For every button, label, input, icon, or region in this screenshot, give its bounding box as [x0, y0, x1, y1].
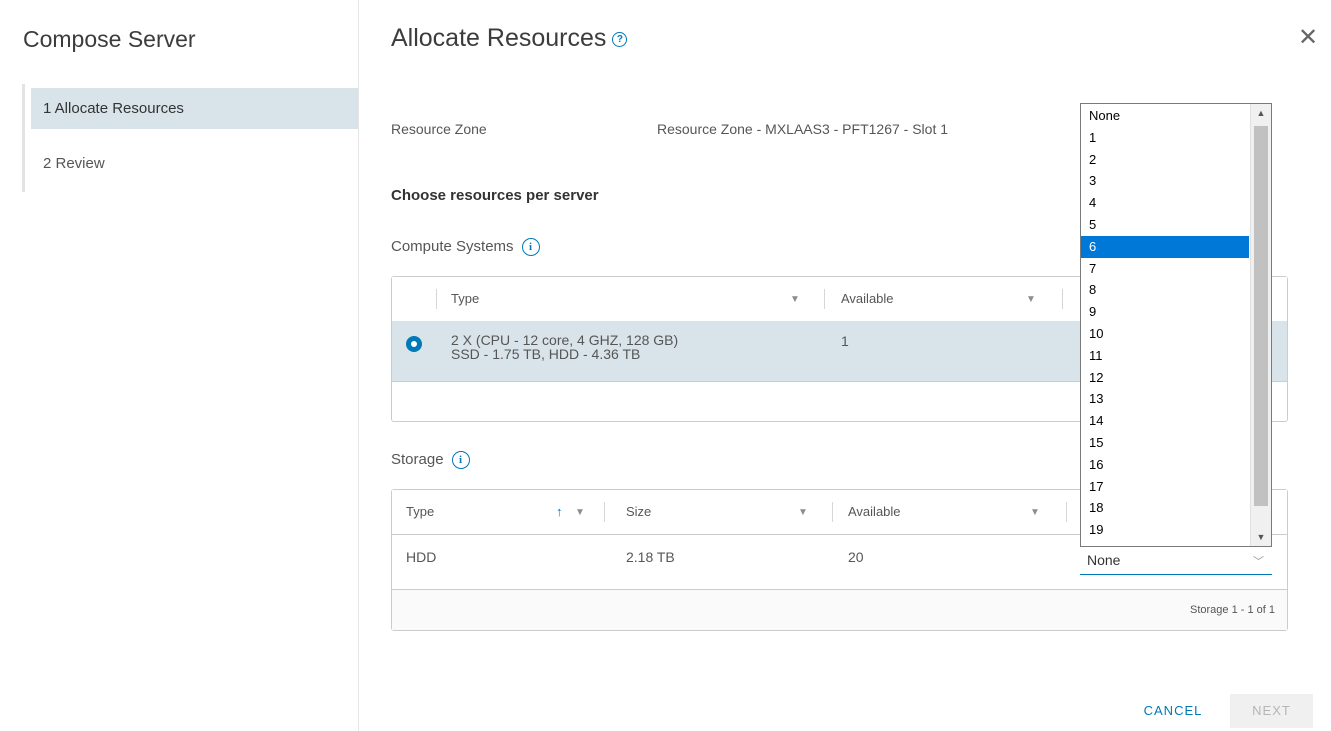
question-circle-icon[interactable]: ? [612, 31, 628, 47]
scrollbar-thumb[interactable] [1254, 126, 1268, 506]
dropdown-option[interactable]: 9 [1081, 301, 1249, 323]
storage-heading: Storage i [391, 451, 470, 470]
column-header-available[interactable]: Available [848, 490, 901, 534]
dropdown-option[interactable]: 12 [1081, 367, 1249, 389]
storage-type-cell: HDD [406, 549, 437, 565]
step-label: 1 Allocate Resources [43, 100, 184, 117]
column-separator [832, 502, 833, 522]
step-allocate-resources[interactable]: 1 Allocate Resources [31, 88, 358, 129]
row-radio[interactable] [406, 336, 422, 352]
compute-type-line1: 2 X (CPU - 12 core, 4 GHZ, 128 GB) [451, 332, 679, 348]
dropdown-option[interactable]: 19 [1081, 519, 1249, 541]
dropdown-option[interactable]: None [1081, 105, 1249, 127]
scroll-down-icon[interactable]: ▼ [1251, 532, 1271, 542]
column-separator [436, 289, 437, 309]
quantity-dropdown-list[interactable]: ▲ ▼ None 1 2 3 4 5 6 7 8 9 10 11 12 13 14 15 16 17 18 19 [1080, 103, 1272, 547]
dropdown-option[interactable]: 2 [1081, 149, 1249, 171]
column-separator [1066, 502, 1067, 522]
quantity-select-value: None [1087, 552, 1121, 568]
dropdown-option[interactable]: 1 [1081, 127, 1249, 149]
wizard-title: Compose Server [23, 26, 196, 52]
compute-type-cell: 2 X (CPU - 12 core, 4 GHZ, 128 GB) SSD -… [451, 333, 678, 361]
filter-icon[interactable]: ▼ [798, 490, 808, 534]
filter-icon[interactable]: ▼ [575, 490, 585, 534]
dropdown-option[interactable]: 16 [1081, 454, 1249, 476]
page-title-text: Allocate Resources [391, 24, 607, 52]
filter-icon[interactable]: ▼ [1026, 277, 1036, 321]
dropdown-option[interactable]: 10 [1081, 323, 1249, 345]
section-title: Choose resources per server [391, 187, 599, 204]
dropdown-option[interactable]: 11 [1081, 345, 1249, 367]
compute-systems-heading: Compute Systems i [391, 238, 540, 257]
nav-divider [358, 0, 359, 731]
column-separator [604, 502, 605, 522]
dropdown-option[interactable]: 15 [1081, 432, 1249, 454]
storage-available-cell: 20 [848, 549, 864, 565]
dropdown-option[interactable]: 6 [1081, 235, 1249, 258]
close-icon[interactable]: ✕ [1298, 26, 1318, 50]
column-header-type[interactable]: Type [451, 277, 479, 321]
filter-icon[interactable]: ▼ [790, 277, 800, 321]
dropdown-option[interactable]: 4 [1081, 192, 1249, 214]
grid-footer: Storage 1 - 1 of 1 [392, 589, 1287, 630]
quantity-select[interactable]: None ﹀ [1080, 548, 1272, 575]
dropdown-option[interactable]: 7 [1081, 258, 1249, 280]
storage-size-cell: 2.18 TB [626, 549, 675, 565]
storage-title: Storage [391, 451, 444, 468]
resource-zone-label: Resource Zone [391, 121, 487, 137]
column-header-type[interactable]: Type [406, 490, 434, 534]
chevron-down-icon: ﹀ [1253, 556, 1264, 568]
page-title: Allocate Resources? [391, 24, 628, 53]
nav-rail [22, 84, 25, 192]
filter-icon[interactable]: ▼ [1030, 490, 1040, 534]
column-header-size[interactable]: Size [626, 490, 651, 534]
pagination-text: Storage 1 - 1 of 1 [1190, 604, 1275, 616]
dropdown-option[interactable]: 14 [1081, 410, 1249, 432]
info-icon[interactable]: i [451, 451, 470, 470]
step-label: 2 Review [43, 155, 105, 172]
dropdown-scrollbar[interactable]: ▲ ▼ [1250, 104, 1271, 546]
compute-type-line2: SSD - 1.75 TB, HDD - 4.36 TB [451, 346, 641, 362]
compute-systems-title: Compute Systems [391, 238, 514, 255]
step-review[interactable]: 2 Review [31, 143, 358, 184]
column-separator [1062, 289, 1063, 309]
cancel-button[interactable]: CANCEL [1125, 694, 1221, 728]
next-button[interactable]: NEXT [1230, 694, 1313, 728]
dropdown-option[interactable]: 5 [1081, 214, 1249, 236]
scroll-up-icon[interactable]: ▲ [1251, 108, 1271, 118]
column-separator [824, 289, 825, 309]
dropdown-option[interactable]: 17 [1081, 476, 1249, 498]
dropdown-option[interactable]: 13 [1081, 388, 1249, 410]
dropdown-option[interactable]: 3 [1081, 170, 1249, 192]
column-header-available[interactable]: Available [841, 277, 894, 321]
dropdown-option[interactable]: 18 [1081, 497, 1249, 519]
sort-ascending-icon[interactable]: ↑ [556, 490, 563, 534]
dropdown-option[interactable]: 8 [1081, 279, 1249, 301]
info-icon[interactable]: i [521, 238, 540, 257]
resource-zone-value: Resource Zone - MXLAAS3 - PFT1267 - Slot… [657, 121, 949, 137]
compute-available-cell: 1 [841, 333, 849, 349]
